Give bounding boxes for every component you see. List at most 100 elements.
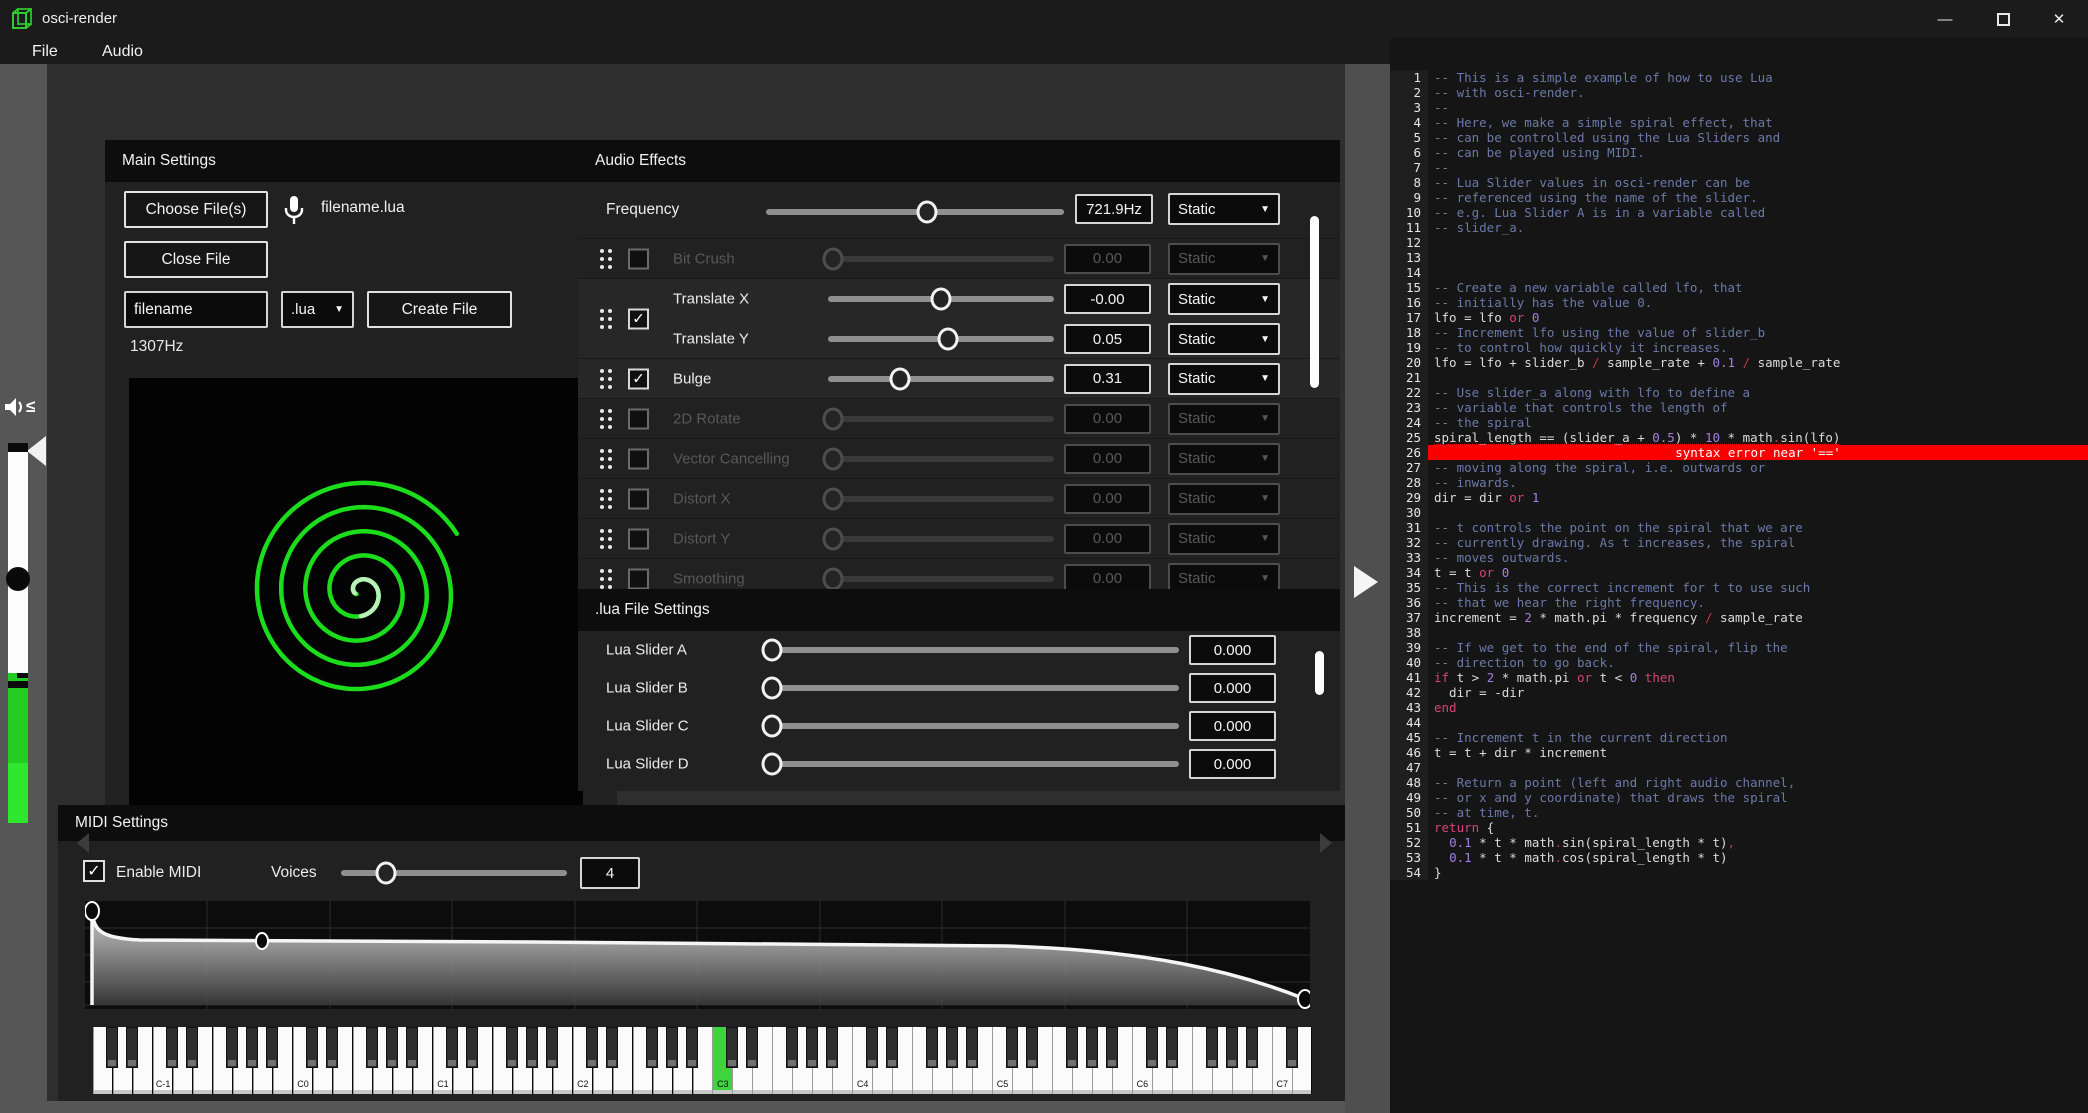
effect-slider[interactable] <box>764 685 1179 691</box>
effect-slider[interactable] <box>828 376 1054 382</box>
code-line[interactable]: 22-- Use slider_a along with lfo to defi… <box>1390 385 2088 400</box>
effect-slider-thumb[interactable] <box>937 328 958 351</box>
effect-mode-dropdown[interactable]: Static▼ <box>1168 283 1280 315</box>
piano-key-black[interactable] <box>966 1027 978 1068</box>
effect-checkbox[interactable] <box>628 248 649 269</box>
code-line[interactable]: 8-- Lua Slider values in osci-render can… <box>1390 175 2088 190</box>
code-line[interactable]: 53 0.1 * t * math.cos(spiral_length * t) <box>1390 850 2088 865</box>
code-line[interactable]: 38 <box>1390 625 2088 640</box>
effect-value[interactable]: 0.00 <box>1064 404 1151 434</box>
extension-dropdown[interactable]: .lua ▼ <box>281 291 354 328</box>
piano-key-black[interactable] <box>646 1027 658 1068</box>
drag-handle-icon[interactable] <box>600 529 612 549</box>
enable-midi-checkbox[interactable]: ✓ <box>83 860 105 882</box>
code-line[interactable]: 5-- can be controlled using the Lua Slid… <box>1390 130 2088 145</box>
drag-handle-icon[interactable] <box>600 369 612 389</box>
piano-key-black[interactable] <box>1146 1027 1158 1068</box>
code-line[interactable]: 51return { <box>1390 820 2088 835</box>
effect-value[interactable]: 0.00 <box>1064 524 1151 554</box>
code-line[interactable]: 43end <box>1390 700 2088 715</box>
drag-handle-icon[interactable] <box>600 449 612 469</box>
effect-value[interactable]: 0.05 <box>1064 324 1151 354</box>
code-line[interactable]: 48-- Return a point (left and right audi… <box>1390 775 2088 790</box>
envelope-point-release[interactable] <box>1298 990 1310 1008</box>
piano-key-black[interactable] <box>1086 1027 1098 1068</box>
code-line[interactable]: 13 <box>1390 250 2088 265</box>
code-line[interactable]: 18-- Increment lfo using the value of sl… <box>1390 325 2088 340</box>
lua-slider-value[interactable]: 0.000 <box>1189 711 1276 741</box>
effect-slider[interactable] <box>764 647 1179 653</box>
effect-slider[interactable] <box>828 336 1054 342</box>
keyboard-scroll-left-icon[interactable] <box>77 833 89 853</box>
effect-slider[interactable] <box>828 296 1054 302</box>
close-file-button[interactable]: Close File <box>124 241 268 278</box>
drag-handle-icon[interactable] <box>600 569 612 589</box>
piano-key-black[interactable] <box>726 1027 738 1068</box>
piano-key-black[interactable] <box>926 1027 938 1068</box>
piano-key-black[interactable] <box>1066 1027 1078 1068</box>
piano-key-black[interactable] <box>946 1027 958 1068</box>
keyboard-scroll-right-icon[interactable] <box>1320 833 1332 853</box>
piano-key-black[interactable] <box>186 1027 198 1068</box>
effect-slider-thumb[interactable] <box>890 367 911 390</box>
code-line[interactable]: 28-- inwards. <box>1390 475 2088 490</box>
code-line[interactable]: 44 <box>1390 715 2088 730</box>
code-line[interactable]: 30 <box>1390 505 2088 520</box>
code-line[interactable]: 40-- direction to go back. <box>1390 655 2088 670</box>
piano-key-black[interactable] <box>666 1027 678 1068</box>
code-line[interactable]: 46t = t + dir * increment <box>1390 745 2088 760</box>
code-line[interactable]: 50-- at time, t. <box>1390 805 2088 820</box>
effect-checkbox[interactable] <box>628 568 649 589</box>
effect-mode-dropdown[interactable]: Static▼ <box>1168 363 1280 395</box>
effect-mode-dropdown[interactable]: Static▼ <box>1168 443 1280 475</box>
effect-value[interactable]: 0.00 <box>1064 444 1151 474</box>
envelope-point-attack[interactable] <box>85 902 99 920</box>
code-line[interactable]: 20lfo = lfo + slider_b / sample_rate + 0… <box>1390 355 2088 370</box>
effects-scrollbar[interactable] <box>1310 216 1319 388</box>
volume-thumb[interactable] <box>6 567 30 591</box>
effect-mode-dropdown[interactable]: Static▼ <box>1168 243 1280 275</box>
piano-key-black[interactable] <box>886 1027 898 1068</box>
piano-key-black[interactable] <box>226 1027 238 1068</box>
effect-slider-thumb[interactable] <box>822 487 843 510</box>
effect-slider-thumb[interactable] <box>822 407 843 430</box>
piano-key-black[interactable] <box>686 1027 698 1068</box>
effect-checkbox[interactable] <box>628 488 649 509</box>
code-line[interactable]: 32-- currently drawing. As t increases, … <box>1390 535 2088 550</box>
filename-input[interactable]: filename <box>124 291 268 328</box>
frequency-slider[interactable] <box>766 209 1064 215</box>
code-line[interactable]: 42 dir = -dir <box>1390 685 2088 700</box>
frequency-mode-dropdown[interactable]: Static ▼ <box>1168 193 1280 225</box>
voices-slider-thumb[interactable] <box>376 862 397 885</box>
code-line[interactable]: 15-- Create a new variable called lfo, t… <box>1390 280 2088 295</box>
effect-slider[interactable] <box>828 496 1054 502</box>
code-line[interactable]: 31-- t controls the point on the spiral … <box>1390 520 2088 535</box>
piano-key-black[interactable] <box>806 1027 818 1068</box>
code-line[interactable]: 1-- This is a simple example of how to u… <box>1390 70 2088 85</box>
code-line[interactable]: 12 <box>1390 235 2088 250</box>
piano-key-black[interactable] <box>1166 1027 1178 1068</box>
voices-value[interactable]: 4 <box>580 857 640 889</box>
create-file-button[interactable]: Create File <box>367 291 512 328</box>
effect-checkbox[interactable]: ✓ <box>628 368 649 389</box>
effect-slider[interactable] <box>828 256 1054 262</box>
frequency-value[interactable]: 721.9Hz <box>1075 194 1153 224</box>
lua-code-editor[interactable]: 1-- This is a simple example of how to u… <box>1390 38 2088 1113</box>
effect-slider[interactable] <box>828 416 1054 422</box>
lua-slider-value[interactable]: 0.000 <box>1189 635 1276 665</box>
effect-value[interactable]: 0.31 <box>1064 364 1151 394</box>
code-line[interactable]: 14 <box>1390 265 2088 280</box>
minimize-button[interactable]: — <box>1922 0 1968 38</box>
effect-mode-dropdown[interactable]: Static▼ <box>1168 523 1280 555</box>
effect-mode-dropdown[interactable]: Static▼ <box>1168 323 1280 355</box>
envelope-point-decay[interactable] <box>256 933 268 949</box>
piano-key-black[interactable] <box>446 1027 458 1068</box>
voices-slider[interactable] <box>341 870 567 876</box>
menu-file[interactable]: File <box>26 41 64 63</box>
effect-slider-thumb[interactable] <box>762 715 783 738</box>
effect-slider[interactable] <box>764 723 1179 729</box>
effect-value[interactable]: 0.00 <box>1064 244 1151 274</box>
drag-handle-icon[interactable] <box>600 409 612 429</box>
piano-key-black[interactable] <box>466 1027 478 1068</box>
effect-slider-thumb[interactable] <box>822 447 843 470</box>
